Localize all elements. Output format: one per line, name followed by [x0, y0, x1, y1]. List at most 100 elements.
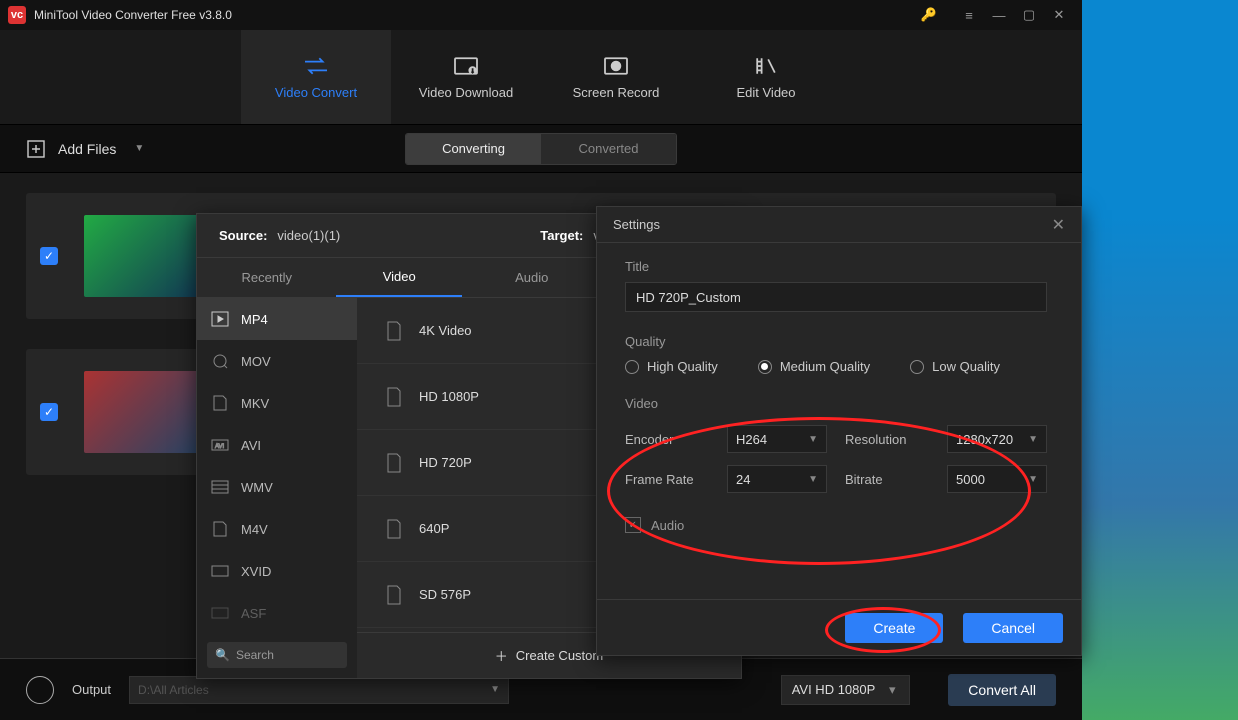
chevron-down-icon: ▼: [808, 434, 818, 445]
tab-video[interactable]: Video: [336, 258, 462, 297]
framerate-select[interactable]: 24▼: [727, 465, 827, 493]
edit-icon: [752, 55, 780, 77]
chevron-down-icon: ▼: [808, 474, 818, 485]
output-path-field[interactable]: D:\All Articles▼: [129, 676, 509, 704]
doc-icon: [385, 387, 403, 407]
framerate-label: Frame Rate: [625, 472, 709, 487]
plus-icon: ＋: [495, 646, 508, 665]
settings-footer: Create Cancel: [597, 599, 1081, 655]
key-icon[interactable]: 🔑: [914, 0, 944, 30]
bitrate-select[interactable]: 5000▼: [947, 465, 1047, 493]
film-icon: [211, 479, 229, 495]
audio-label: Audio: [651, 518, 684, 533]
status-tabs: Converting Converted: [405, 133, 677, 165]
chevron-down-icon: ▼: [134, 143, 144, 154]
record-icon: [602, 55, 630, 77]
tab-audio[interactable]: Audio: [462, 258, 601, 297]
main-tabs: Video Convert Video Download Screen Reco…: [0, 30, 1082, 125]
format-mov[interactable]: MOV: [197, 340, 357, 382]
audio-section: ✓ Audio: [625, 517, 1047, 533]
title-input[interactable]: [625, 282, 1047, 312]
doc-icon: [385, 585, 403, 605]
titlebar: vc MiniTool Video Converter Free v3.8.0 …: [0, 0, 1082, 30]
settings-panel: Settings ✕ Title Quality High Quality Me…: [596, 206, 1082, 656]
chevron-down-icon: ▾: [885, 682, 899, 698]
app-logo-icon: vc: [8, 6, 26, 24]
tab-converted[interactable]: Converted: [541, 134, 676, 164]
format-search[interactable]: 🔍Search: [207, 642, 347, 668]
settings-header: Settings ✕: [597, 207, 1081, 243]
close-icon[interactable]: ✕: [1052, 215, 1065, 235]
close-icon[interactable]: ✕: [1044, 0, 1074, 30]
menu-icon[interactable]: ≡: [954, 0, 984, 30]
format-mkv[interactable]: MKV: [197, 382, 357, 424]
output-format-select[interactable]: AVI HD 1080P ▾: [781, 675, 911, 705]
maximize-icon[interactable]: ▢: [1014, 0, 1044, 30]
format-xvid[interactable]: XVID: [197, 550, 357, 592]
settings-title: Settings: [613, 217, 660, 232]
output-label: Output: [72, 682, 111, 697]
resolution-select[interactable]: 1280x720▼: [947, 425, 1047, 453]
quicktime-icon: [211, 353, 229, 369]
tab-video-convert[interactable]: Video Convert: [241, 30, 391, 124]
clock-icon[interactable]: [26, 676, 54, 704]
bitrate-label: Bitrate: [845, 472, 929, 487]
desktop-background: [1082, 0, 1238, 720]
format-m4v[interactable]: M4V: [197, 508, 357, 550]
download-icon: [452, 55, 480, 77]
settings-body: Title Quality High Quality Medium Qualit…: [597, 243, 1075, 599]
video-thumbnail: [84, 371, 210, 453]
doc-icon: [385, 519, 403, 539]
file-icon: [211, 521, 229, 537]
video-thumbnail: [84, 215, 210, 297]
format-mp4[interactable]: MP4: [197, 298, 357, 340]
xvid-icon: [211, 563, 229, 579]
file-checkbox[interactable]: ✓: [40, 403, 58, 421]
audio-checkbox[interactable]: ✓: [625, 517, 641, 533]
radio-icon: [910, 360, 924, 374]
resolution-label: Resolution: [845, 432, 929, 447]
tab-video-download[interactable]: Video Download: [391, 30, 541, 124]
toolbar: Add Files ▼ Converting Converted: [0, 125, 1082, 173]
minimize-icon[interactable]: —: [984, 0, 1014, 30]
search-icon: 🔍: [215, 648, 230, 662]
format-list: MP4 MOV MKV AVIAVI WMV M4V XVID ASF 🔍Sea…: [197, 298, 357, 678]
file-checkbox[interactable]: ✓: [40, 247, 58, 265]
chevron-down-icon: ▼: [490, 684, 500, 695]
add-files-button[interactable]: Add Files ▼: [26, 139, 144, 159]
video-section-label: Video: [625, 396, 1047, 411]
radio-icon: [625, 360, 639, 374]
chevron-down-icon: ▼: [1028, 434, 1038, 445]
app-window: vc MiniTool Video Converter Free v3.8.0 …: [0, 0, 1082, 720]
tab-edit-video[interactable]: Edit Video: [691, 30, 841, 124]
cancel-button[interactable]: Cancel: [963, 613, 1063, 643]
title-label: Title: [625, 259, 1047, 274]
encoder-select[interactable]: H264▼: [727, 425, 827, 453]
radio-high-quality[interactable]: High Quality: [625, 359, 718, 374]
quality-radios: High Quality Medium Quality Low Quality: [625, 359, 1047, 374]
encoder-label: Encoder: [625, 432, 709, 447]
radio-icon: [758, 360, 772, 374]
svg-text:AVI: AVI: [215, 444, 225, 450]
doc-icon: [385, 453, 403, 473]
convert-all-button[interactable]: Convert All: [948, 674, 1056, 706]
play-square-icon: [211, 311, 229, 327]
radio-low-quality[interactable]: Low Quality: [910, 359, 1000, 374]
format-wmv[interactable]: WMV: [197, 466, 357, 508]
tab-converting[interactable]: Converting: [406, 134, 541, 164]
file-icon: [211, 395, 229, 411]
format-asf[interactable]: ASF: [197, 592, 357, 634]
chevron-down-icon: ▼: [1028, 474, 1038, 485]
format-avi[interactable]: AVIAVI: [197, 424, 357, 466]
app-title: MiniTool Video Converter Free v3.8.0: [34, 8, 914, 22]
convert-icon: [302, 55, 330, 77]
tab-screen-record[interactable]: Screen Record: [541, 30, 691, 124]
tab-recently[interactable]: Recently: [197, 258, 336, 297]
add-file-icon: [26, 139, 46, 159]
quality-label: Quality: [625, 334, 1047, 349]
create-button[interactable]: Create: [845, 613, 943, 643]
doc-icon: [385, 321, 403, 341]
radio-medium-quality[interactable]: Medium Quality: [758, 359, 870, 374]
avi-icon: AVI: [211, 437, 229, 453]
file-icon: [211, 605, 229, 621]
